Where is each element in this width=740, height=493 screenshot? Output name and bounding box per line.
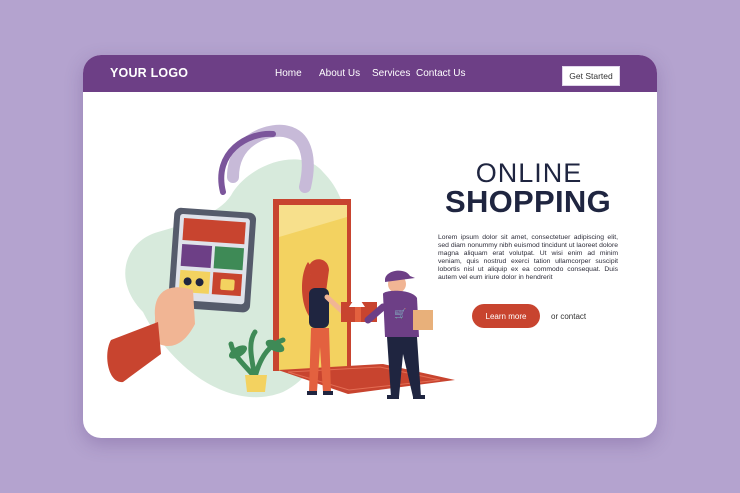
doormat-shape <box>278 364 455 394</box>
learn-more-button[interactable]: Learn more <box>472 304 540 328</box>
nav-link-home[interactable]: Home <box>275 68 302 79</box>
get-started-button[interactable]: Get Started <box>562 66 620 86</box>
contact-link[interactable]: or contact <box>551 312 586 321</box>
nav-link-contact-us[interactable]: Contact Us <box>416 68 465 79</box>
hero-body-text: Lorem ipsum dolor sit amet, consectetuer… <box>438 234 618 282</box>
svg-text:🛒: 🛒 <box>394 307 406 320</box>
hero-title-line-2: SHOPPING <box>444 184 612 219</box>
cart-icon <box>182 218 246 245</box>
landing-page-card: YOUR LOGO Home About Us Services Contact… <box>83 55 657 438</box>
nav-link-services[interactable]: Services <box>372 68 410 79</box>
nav-link-about-us[interactable]: About Us <box>319 68 360 79</box>
navbar: YOUR LOGO Home About Us Services Contact… <box>83 55 657 92</box>
